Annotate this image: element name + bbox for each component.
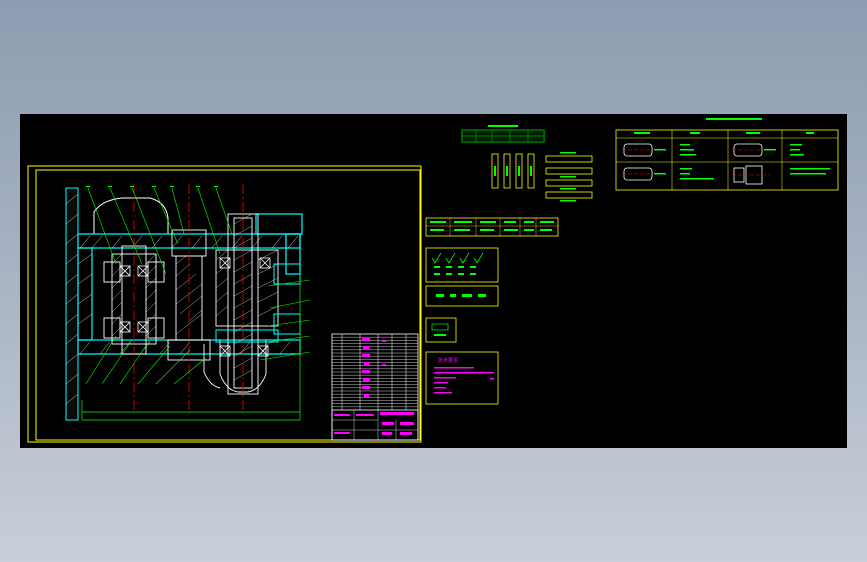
surface-roughness-icon bbox=[425, 247, 499, 307]
process-table bbox=[425, 217, 559, 237]
cad-viewport[interactable]: 技术要求 bbox=[20, 114, 847, 448]
parts-list-table bbox=[331, 333, 419, 441]
heat-treatment-table bbox=[615, 118, 839, 191]
assembly-section-view bbox=[65, 184, 311, 421]
cad-drawing-canvas: 技术要求 bbox=[27, 118, 839, 443]
tolerance-symbol-box bbox=[425, 317, 457, 343]
leader-balloon-icon bbox=[85, 187, 311, 385]
notes-heading: 技术要求 bbox=[438, 357, 458, 364]
gear-parameter-table bbox=[461, 125, 545, 143]
technical-notes-panel: 技术要求 bbox=[425, 351, 499, 405]
